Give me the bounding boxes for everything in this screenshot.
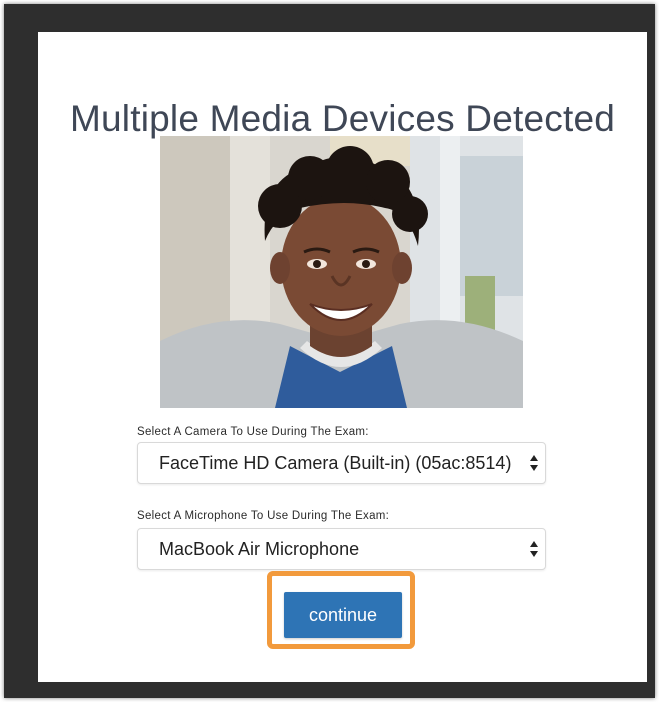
- camera-select[interactable]: FaceTime HD Camera (Built-in) (05ac:8514…: [137, 442, 546, 484]
- dialog-title: Multiple Media Devices Detected: [70, 98, 615, 139]
- select-arrows-icon: [530, 455, 538, 471]
- microphone-select-label: Select A Microphone To Use During The Ex…: [137, 510, 390, 522]
- microphone-select[interactable]: MacBook Air Microphone: [137, 528, 546, 570]
- window-frame: Multiple Media Devices Detected Select A…: [4, 4, 655, 698]
- webcam-preview-image: [160, 136, 523, 408]
- microphone-select-value: MacBook Air Microphone: [159, 539, 360, 559]
- camera-preview: [160, 136, 523, 408]
- camera-select-label: Select A Camera To Use During The Exam:: [137, 426, 369, 438]
- select-arrows-icon: [530, 541, 538, 557]
- media-devices-dialog: Multiple Media Devices Detected Select A…: [38, 32, 647, 682]
- continue-button[interactable]: continue: [284, 592, 402, 638]
- camera-select-value: FaceTime HD Camera (Built-in) (05ac:8514…: [159, 453, 512, 473]
